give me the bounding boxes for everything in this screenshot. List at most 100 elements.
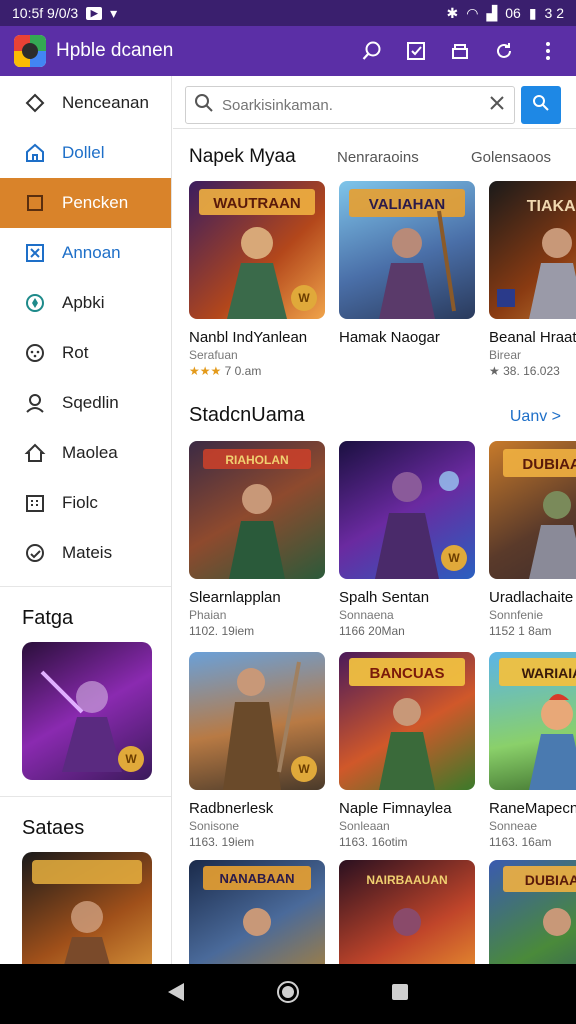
game-art: NANABAAN [203,866,311,936]
game-meta: 1163. 19iem [189,835,255,849]
divider [173,128,576,129]
sidebar-item-8[interactable]: Fiolc [0,478,171,528]
sidebar-item-label: Nenceanan [62,93,149,112]
game-card[interactable]: NANABAAN [189,860,325,964]
game-thumbnail[interactable]: WAUTRAAN W [189,181,325,319]
game-badge: W [291,285,317,311]
rating-stars: ★ [489,364,500,378]
person-icon [22,390,48,416]
tab-third[interactable]: Golensaoos [471,149,551,166]
game-title: Nanbl IndYanlean [189,329,308,346]
search-icon [194,93,214,118]
sidebar-item-label: Dollel [62,143,105,162]
game-thumbnail[interactable]: W [189,652,325,790]
game-card[interactable]: W Radbnerlesk Sonisone 1163. 19iem [189,652,325,849]
sidebar-divider [0,796,171,797]
main-content: Napek Myaa Nenraraoins Golensaoos WAUTRA… [173,76,576,964]
rating-stars: ★★★ [189,364,222,378]
sidebar: Nenceanan Dollel Pencken Annoan Apbki Ro… [0,76,172,964]
game-art: WARIAIAN [499,658,576,790]
calendar-icon [22,490,48,516]
thumb-label: WAUTRAAN [213,195,301,212]
featured-game-thumbnail[interactable]: W [22,642,152,780]
game-thumbnail[interactable]: DUBIAAN [489,441,576,579]
system-nav-bar [0,964,576,1024]
game-badge: W [441,545,467,571]
game-subtitle: Sonnfenie [489,608,544,622]
search-icon [532,94,550,117]
thumb-label: NANABAAN [219,871,294,886]
game-thumbnail[interactable]: DUBIAAN [489,860,576,964]
game-card[interactable]: DUBIAAN [489,860,576,964]
game-subtitle: Phaian [189,608,227,622]
game-title: Hamak Naogar [339,329,440,346]
search-input[interactable] [222,96,488,114]
sidebar-item-3[interactable]: Annoan [0,228,171,278]
game-card[interactable]: RIAHOLAN Slearnlapplan Phaian 1102. 19ie… [189,441,325,638]
app-logo-icon[interactable] [14,35,46,67]
tab-second[interactable]: Nenraraoins [337,149,471,166]
sidebar-item-7[interactable]: Maolea [0,428,171,478]
game-card[interactable]: WAUTRAAN W Nanbl IndYanlean Serafuan ★★★… [189,181,325,378]
store-icon[interactable] [446,37,474,65]
game-thumbnail[interactable]: VALIAHAN [339,181,475,319]
game-card[interactable]: BANCUAS Naple Fimnaylea Sonleaan 1163. 1… [339,652,475,849]
thumb-label: WARIAIAN [522,665,576,681]
game-title: Slearnlapplan [189,589,281,606]
home-button-icon[interactable] [276,980,300,1009]
game-thumbnail[interactable]: TIAKAN [489,181,576,319]
game-card[interactable]: WARIAIAN RaneMapecn Sonneae 1163. 16am [489,652,576,849]
back-icon[interactable] [166,981,186,1008]
sidebar-section-title: Fatga [22,607,74,629]
search-icon[interactable] [358,37,386,65]
section-header: StadcnUama Uanv > [189,404,561,427]
search-box[interactable] [185,86,515,124]
checkbox-icon[interactable] [402,37,430,65]
search-button[interactable] [521,86,561,124]
game-subtitle: Sonleaan [339,819,390,833]
sidebar-item-4[interactable]: Apbki [0,278,171,328]
more-vert-icon[interactable] [534,37,562,65]
featured-game-thumbnail[interactable] [22,852,152,964]
tab-primary[interactable]: Napek Myaa [189,146,337,168]
grid-icon [22,240,48,266]
game-art: BANCUAS [349,658,465,790]
recents-icon[interactable] [390,982,410,1007]
thumb-label: DUBIAAN [522,456,576,473]
clear-icon[interactable] [488,94,506,117]
thumb-label: BANCUAS [370,665,445,682]
sidebar-item-6[interactable]: Sqedlin [0,378,171,428]
refresh-icon[interactable] [490,37,518,65]
game-card[interactable]: TIAKAN Beanal Hraaton Birear ★ 38. 16.02… [489,181,576,378]
game-subtitle: Sonneae [489,819,538,833]
game-thumbnail[interactable]: RIAHOLAN [189,441,325,579]
game-card[interactable]: W Spalh Sentan Sonnaena 1166 20Man [339,441,475,638]
game-thumbnail[interactable]: BANCUAS [339,652,475,790]
game-meta-text: 7 0.am [224,364,262,378]
game-badge: W [118,746,144,772]
game-art: TIAKAN [497,198,576,319]
sidebar-item-1[interactable]: Dollel [0,128,171,178]
thumb-label: TIAKAN [527,198,576,215]
game-art: DUBIAAN [503,866,576,936]
game-meta: 1166 20Man [339,624,405,638]
sidebar-item-9[interactable]: Mateis [0,528,171,578]
game-thumbnail[interactable]: NAIRBAAUAN [339,860,475,964]
game-title: Uradlachaite [489,589,574,606]
category-tabs: Napek Myaa Nenraraoins Golensaoos [189,146,576,168]
sidebar-item-0[interactable]: Nenceanan [0,78,171,128]
game-thumbnail[interactable]: NANABAAN [189,860,325,964]
game-card[interactable]: NAIRBAAUAN [339,860,475,964]
square-icon [22,190,48,216]
sidebar-item-label: Pencken [62,193,129,212]
game-thumbnail[interactable]: WARIAIAN [489,652,576,790]
game-thumbnail[interactable]: W [339,441,475,579]
view-all-link[interactable]: Uanv > [510,408,561,426]
sidebar-item-2[interactable]: Pencken [0,178,171,228]
sidebar-item-label: Sqedlin [62,393,119,412]
bluetooth-icon: ✱ [446,4,459,21]
game-card[interactable]: VALIAHAN Hamak Naogar [339,181,475,378]
app-title: Hpble dcanen [56,40,174,61]
game-card[interactable]: DUBIAAN Uradlachaite Sonnfenie 1152 1 8a… [489,441,576,638]
sidebar-item-5[interactable]: Rot [0,328,171,378]
